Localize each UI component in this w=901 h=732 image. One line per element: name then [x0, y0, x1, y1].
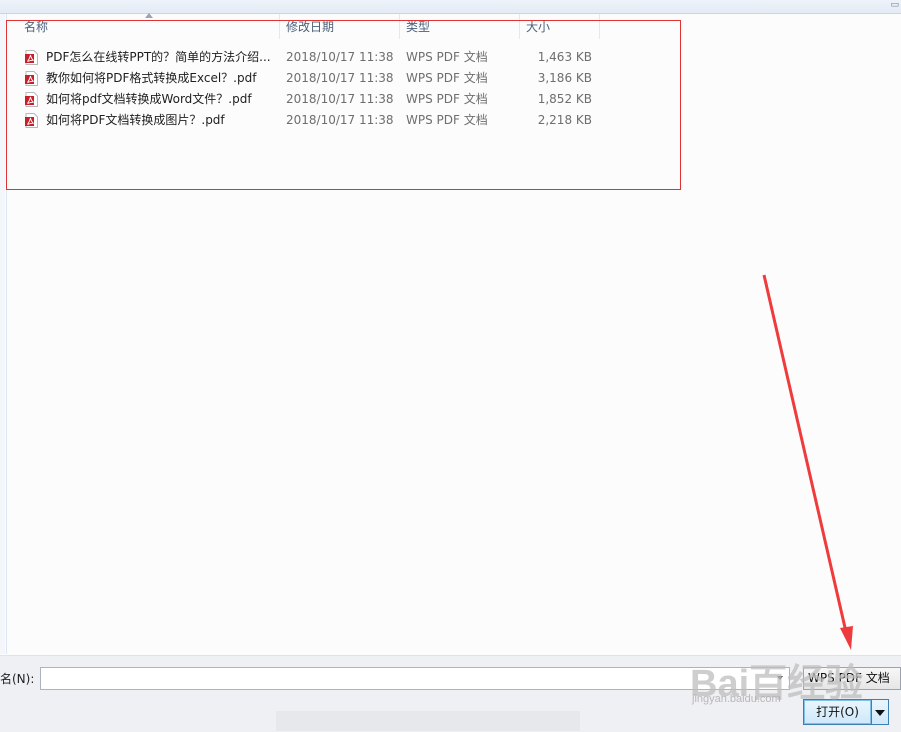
- file-row[interactable]: PDF怎么在线转PPT的？简单的方法介绍... 2018/10/17 11:38…: [22, 47, 622, 68]
- annotation-arrow-shaft: [762, 274, 848, 633]
- pdf-file-icon: [25, 71, 38, 86]
- open-button[interactable]: 打开(O): [803, 699, 872, 725]
- dropdown-arrow-icon: [875, 710, 885, 716]
- annotation-arrow-head: [840, 626, 853, 650]
- file-date-modified: 2018/10/17 11:38: [286, 92, 394, 106]
- file-size: 3,186 KB: [537, 71, 592, 85]
- file-row[interactable]: 教你如何将PDF格式转换成Excel？.pdf 2018/10/17 11:38…: [22, 68, 622, 89]
- dropdown-arrow-icon[interactable]: [777, 676, 783, 680]
- file-date-modified: 2018/10/17 11:38: [286, 50, 394, 64]
- column-header-date-modified[interactable]: 修改日期: [280, 14, 400, 39]
- file-row[interactable]: 如何将pdf文档转换成Word文件？.pdf 2018/10/17 11:38 …: [22, 89, 622, 110]
- file-type: WPS PDF 文档: [406, 113, 488, 127]
- file-type: WPS PDF 文档: [406, 92, 488, 106]
- filename-label: 名(N):: [0, 672, 35, 686]
- filename-input[interactable]: [40, 667, 790, 690]
- file-size: 1,463 KB: [537, 50, 592, 64]
- pane-divider[interactable]: [6, 14, 7, 654]
- file-size: 2,218 KB: [537, 113, 592, 127]
- file-row[interactable]: 如何将PDF文档转换成图片？.pdf 2018/10/17 11:38 WPS …: [22, 110, 622, 131]
- column-header-type[interactable]: 类型: [400, 14, 520, 39]
- filetype-select[interactable]: WPS PDF 文档: [803, 667, 901, 690]
- file-type: WPS PDF 文档: [406, 71, 488, 85]
- file-size: 1,852 KB: [537, 92, 592, 106]
- file-name: PDF怎么在线转PPT的？简单的方法介绍...: [46, 50, 271, 64]
- pdf-file-icon: [25, 92, 38, 107]
- column-header-size[interactable]: 大小: [520, 14, 600, 39]
- pdf-file-icon: [25, 113, 38, 128]
- open-options-button[interactable]: [872, 699, 889, 725]
- window-control-icon[interactable]: ▭: [890, 0, 899, 10]
- navigation-pane-edge: [0, 14, 5, 654]
- window-top-bar: ▭: [0, 0, 901, 14]
- file-type: WPS PDF 文档: [406, 50, 488, 64]
- pdf-file-icon: [25, 50, 38, 65]
- file-name: 如何将PDF文档转换成图片？.pdf: [46, 113, 225, 127]
- file-date-modified: 2018/10/17 11:38: [286, 113, 394, 127]
- file-name: 如何将pdf文档转换成Word文件？.pdf: [46, 92, 252, 106]
- file-date-modified: 2018/10/17 11:38: [286, 71, 394, 85]
- file-name: 教你如何将PDF格式转换成Excel？.pdf: [46, 71, 257, 85]
- footer-strip: [276, 711, 580, 731]
- column-header-name[interactable]: 名称: [18, 14, 280, 39]
